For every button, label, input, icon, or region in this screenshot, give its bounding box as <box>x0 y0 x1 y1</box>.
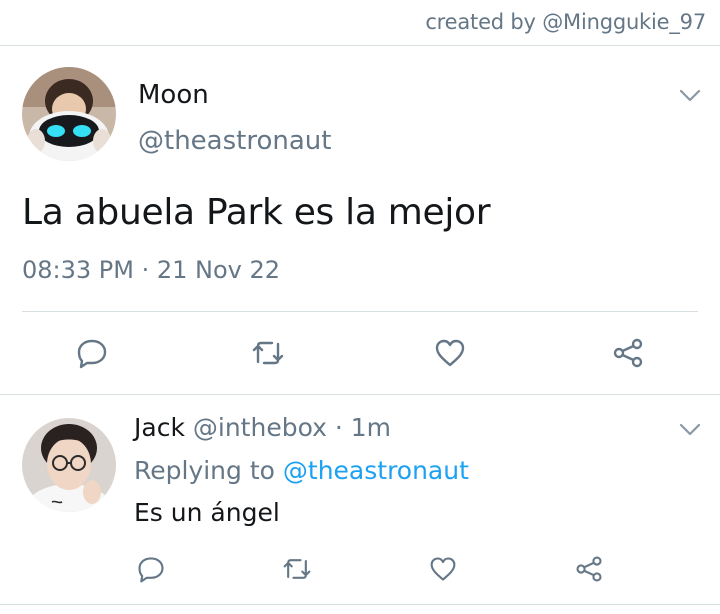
like-icon[interactable] <box>426 552 460 586</box>
credit-text: created by @Minggukie_97 <box>425 10 706 34</box>
replying-to: Replying to @theastronaut <box>134 456 469 485</box>
replying-to-link[interactable]: @theastronaut <box>283 456 469 485</box>
reply-time: 1m <box>350 413 391 442</box>
reply-icon[interactable] <box>72 333 112 373</box>
share-icon[interactable] <box>608 333 648 373</box>
author-handle[interactable]: @theastronaut <box>138 126 331 156</box>
reply-text: Es un ángel <box>134 498 280 527</box>
tweet-text: La abuela Park es la mejor <box>22 192 491 233</box>
avatar[interactable] <box>22 418 116 512</box>
share-icon[interactable] <box>572 552 606 586</box>
reply-icon[interactable] <box>134 552 168 586</box>
author-name[interactable]: Moon <box>138 80 209 110</box>
author-handle[interactable]: @inthebox <box>193 413 327 442</box>
header-divider <box>0 45 720 46</box>
replying-prefix: Replying to <box>134 456 283 485</box>
reply-header: Jack @inthebox · 1m <box>134 413 391 442</box>
chevron-down-icon[interactable] <box>679 422 701 436</box>
retweet-icon[interactable] <box>280 552 314 586</box>
avatar[interactable] <box>22 67 116 161</box>
tweet-timestamp[interactable]: 08:33 PM · 21 Nov 22 <box>22 256 280 284</box>
chevron-down-icon[interactable] <box>679 88 701 102</box>
bottom-divider <box>0 604 720 605</box>
author-name[interactable]: Jack <box>134 413 185 442</box>
like-icon[interactable] <box>430 333 470 373</box>
meta-divider <box>22 311 698 312</box>
retweet-icon[interactable] <box>248 333 288 373</box>
tweet-divider <box>0 394 720 395</box>
separator: · <box>326 413 351 442</box>
